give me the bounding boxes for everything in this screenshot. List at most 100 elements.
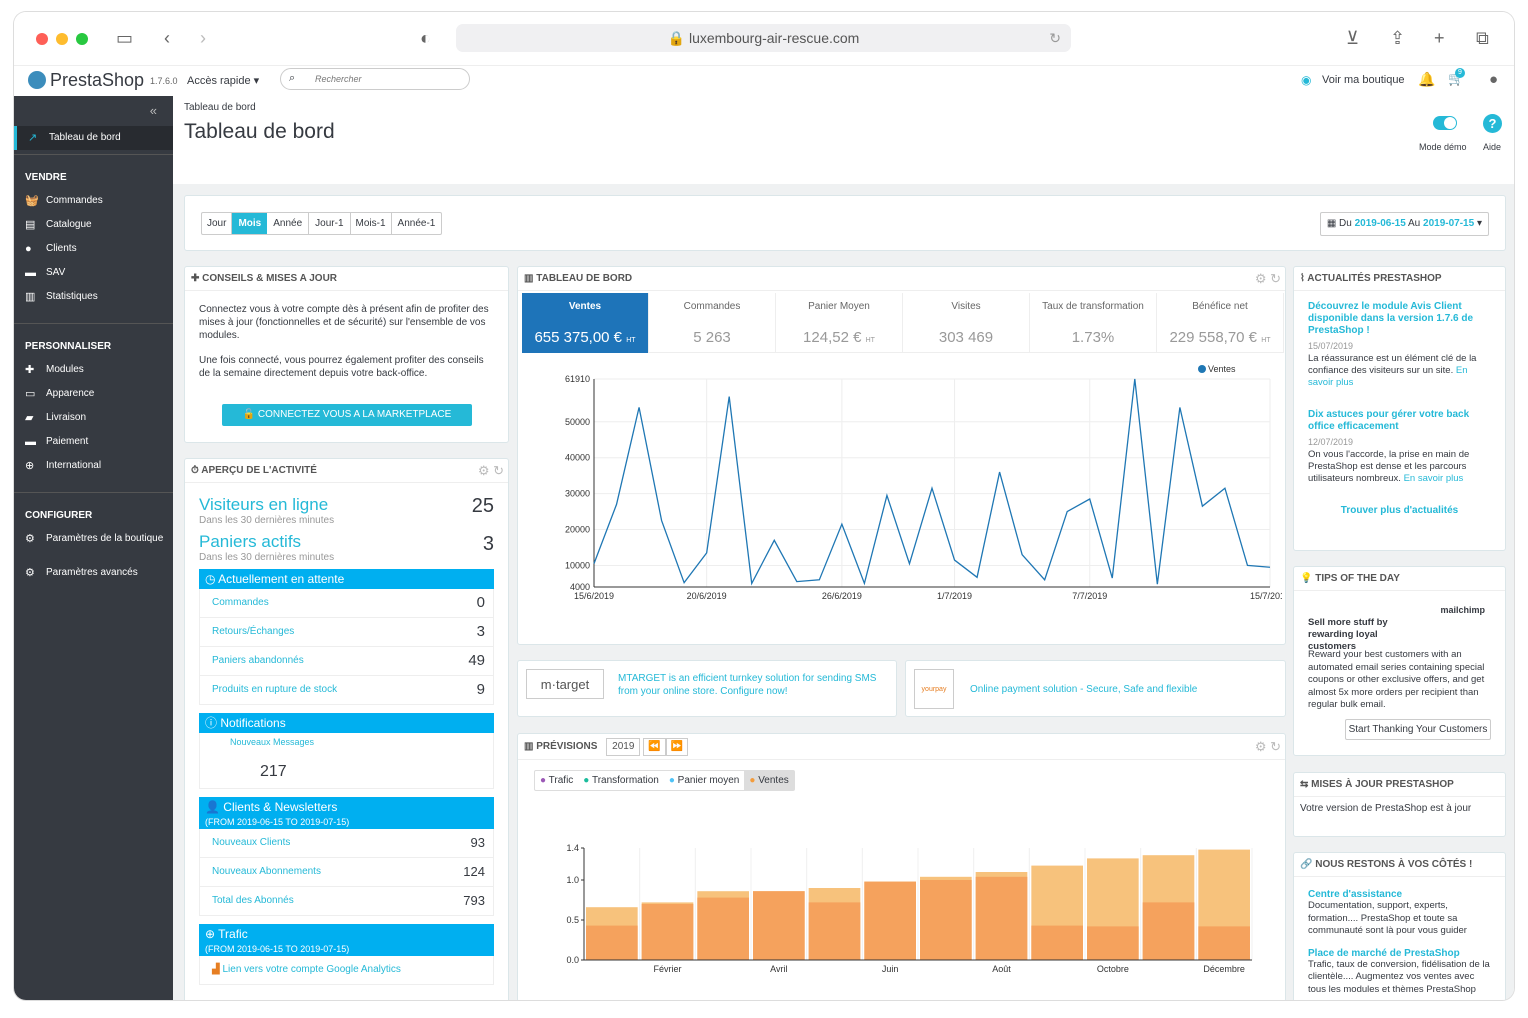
settings-icon[interactable]: ⚙ (1255, 271, 1267, 286)
support-item-title[interactable]: Centre d'assistance (1308, 889, 1491, 900)
date-range-picker[interactable]: ▦ Du 2019-06-15 Au 2019-07-15 ▾ (1319, 212, 1489, 236)
lightbulb-icon: 💡 (1300, 573, 1316, 584)
actual-bar (1198, 926, 1250, 960)
updates-text: Votre version de PrestaShop est à jour (1300, 803, 1472, 814)
store-icon: ▤ (25, 219, 36, 231)
news-item-more[interactable]: En savoir plus (1404, 473, 1464, 484)
refresh-icon[interactable]: ↻ (1270, 271, 1281, 286)
share-icon[interactable]: ⇪ (1390, 28, 1405, 48)
x-tick-label: Avril (770, 964, 787, 974)
mtarget-ad[interactable]: m·target MTARGET is an efficient turnkey… (517, 660, 897, 717)
shield-icon[interactable]: ◐ (420, 28, 431, 48)
back-icon[interactable]: ‹ (164, 28, 170, 48)
bell-icon[interactable]: 🔔 (1418, 71, 1435, 88)
maximize-window-button[interactable] (76, 33, 88, 45)
download-icon[interactable]: ⊻ (1346, 28, 1359, 48)
forward-icon[interactable]: › (200, 28, 206, 48)
year-selector[interactable]: 2019 (606, 738, 641, 756)
close-window-button[interactable] (36, 33, 48, 45)
sidebar-item-shipping[interactable]: ▰ Livraison (14, 406, 173, 430)
pending-row[interactable]: Paniers abandonnés 49 (199, 647, 494, 676)
address-bar[interactable]: 🔒 luxembourg-air-rescue.com ↻ (456, 24, 1071, 52)
new-messages-link[interactable]: Nouveaux Messages (230, 737, 314, 747)
clients-row[interactable]: Nouveaux Clients 93 (199, 829, 494, 858)
kpi-tile[interactable]: Panier Moyen 124,52 € HT (776, 293, 903, 353)
legend-item[interactable]: ● Ventes (744, 771, 794, 790)
monitor-icon: ▭ (25, 388, 36, 400)
support-item-title[interactable]: Place de marché de PrestaShop (1308, 948, 1491, 959)
visitors-label[interactable]: Visiteurs en ligne (199, 495, 494, 515)
sidebar-item-payment[interactable]: ▬ Paiement (14, 430, 173, 454)
sidebar-section-sell: VENDRE (25, 172, 67, 183)
prev-year-button[interactable]: ⏪ (643, 738, 666, 756)
pending-row[interactable]: Produits en rupture de stock 9 (199, 676, 494, 705)
sidebar-toggle-icon[interactable]: ▭ (116, 28, 133, 48)
period-prev-year-button[interactable]: Année-1 (392, 213, 442, 234)
sidebar-item-catalog[interactable]: ▤ Catalogue (14, 213, 173, 237)
unlock-icon: 🔓 (242, 409, 258, 420)
activity-header: ⏱ APERÇU DE L'ACTIVITÉ ⚙ ↻ (185, 459, 508, 483)
clients-label: Total des Abonnés (212, 895, 294, 906)
settings-icon[interactable]: ⚙ (1255, 739, 1267, 754)
sidebar-item-sav[interactable]: ▬ SAV (14, 261, 173, 285)
minimize-window-button[interactable] (56, 33, 68, 45)
pending-row[interactable]: Retours/Échanges 3 (199, 618, 494, 647)
user-icon[interactable]: ● (1489, 71, 1498, 88)
sidebar-item-label: SAV (46, 267, 66, 278)
kpi-tile[interactable]: Bénéfice net 229 558,70 € HT (1157, 293, 1284, 353)
sidebar-item-modules[interactable]: ✚ Modules (14, 358, 173, 382)
tabs-overview-icon[interactable]: ⧉ (1476, 28, 1489, 48)
news-item-title[interactable]: Dix astuces pour gérer votre back office… (1308, 409, 1491, 433)
sidebar-item-appearance[interactable]: ▭ Apparence (14, 382, 173, 406)
pending-row[interactable]: Commandes 0 (199, 589, 494, 618)
pending-label: Retours/Échanges (212, 626, 295, 637)
refresh-icon[interactable]: ↻ (493, 463, 504, 478)
basket-icon: 🧺 (25, 195, 39, 207)
carts-label[interactable]: Paniers actifs (199, 532, 494, 552)
period-year-button[interactable]: Année (267, 213, 310, 234)
news-item-title[interactable]: Découvrez le module Avis Client disponib… (1308, 301, 1491, 337)
new-tab-icon[interactable]: + (1434, 28, 1445, 48)
connect-marketplace-button[interactable]: 🔓 CONNECTEZ VOUS A LA MARKETPLACE PRESTA… (222, 404, 472, 442)
sidebar-item-label: International (46, 460, 102, 471)
period-prev-month-button[interactable]: Mois-1 (351, 213, 392, 234)
next-year-button[interactable]: ⏩ (665, 738, 689, 756)
breadcrumb[interactable]: Tableau de bord (184, 102, 256, 113)
period-month-button[interactable]: Mois (232, 213, 268, 234)
reload-icon[interactable]: ↻ (1049, 24, 1061, 52)
traffic-row[interactable]: ▟ Lien vers votre compte Google Analytic… (199, 956, 494, 985)
quick-access-menu[interactable]: Accès rapide ▾ (187, 74, 259, 87)
period-prev-day-button[interactable]: Jour-1 (309, 213, 351, 234)
sidebar-item-advanced-params[interactable]: ⚙ Paramètres avancés (14, 561, 173, 585)
yourpay-ad[interactable]: yourpay Online payment solution - Secure… (905, 660, 1286, 717)
kpi-label: Visites (951, 301, 981, 312)
view-shop-link[interactable]: Voir ma boutique (1322, 74, 1405, 86)
legend-item[interactable]: ● Transformation (578, 771, 664, 790)
legend-item[interactable]: ● Trafic (535, 771, 578, 790)
refresh-icon[interactable]: ↻ (1270, 739, 1281, 754)
sidebar-item-stats[interactable]: ▥ Statistiques (14, 285, 173, 309)
sidebar-item-customers[interactable]: ● Clients (14, 237, 173, 261)
legend-item[interactable]: ● Panier moyen (664, 771, 745, 790)
kpi-tile[interactable]: Visites 303 469 (903, 293, 1030, 353)
sidebar-item-dashboard[interactable]: ↗ Tableau de bord (14, 126, 173, 150)
collapse-sidebar-icon[interactable]: « (14, 96, 173, 126)
clients-row[interactable]: Total des Abonnés 793 (199, 887, 494, 916)
sidebar-item-international[interactable]: ⊕ International (14, 454, 173, 478)
settings-icon[interactable]: ⚙ (478, 463, 490, 478)
start-thanking-button[interactable]: Start Thanking Your Customers (1345, 719, 1491, 740)
more-news-link[interactable]: Trouver plus d'actualités (1294, 505, 1505, 516)
clients-row[interactable]: Nouveaux Abonnements 124 (199, 858, 494, 887)
sidebar-item-orders[interactable]: 🧺 Commandes (14, 189, 173, 213)
sidebar-item-shop-params[interactable]: ⚙ Paramètres de la boutique (14, 527, 173, 561)
actual-bar (1031, 925, 1083, 960)
period-day-button[interactable]: Jour (202, 213, 233, 234)
kpi-tile[interactable]: Taux de transformation 1.73% (1030, 293, 1157, 353)
actual-bar (975, 876, 1028, 960)
date-from: 2019-06-15 (1354, 218, 1406, 229)
demo-mode-toggle[interactable] (1433, 116, 1457, 130)
kpi-tile[interactable]: Commandes 5 263 (649, 293, 776, 353)
kpi-tile[interactable]: Ventes 655 375,00 € HT (522, 293, 649, 353)
search-input[interactable]: ⌕ Rechercher (280, 68, 470, 90)
help-icon[interactable]: ? (1483, 114, 1502, 133)
